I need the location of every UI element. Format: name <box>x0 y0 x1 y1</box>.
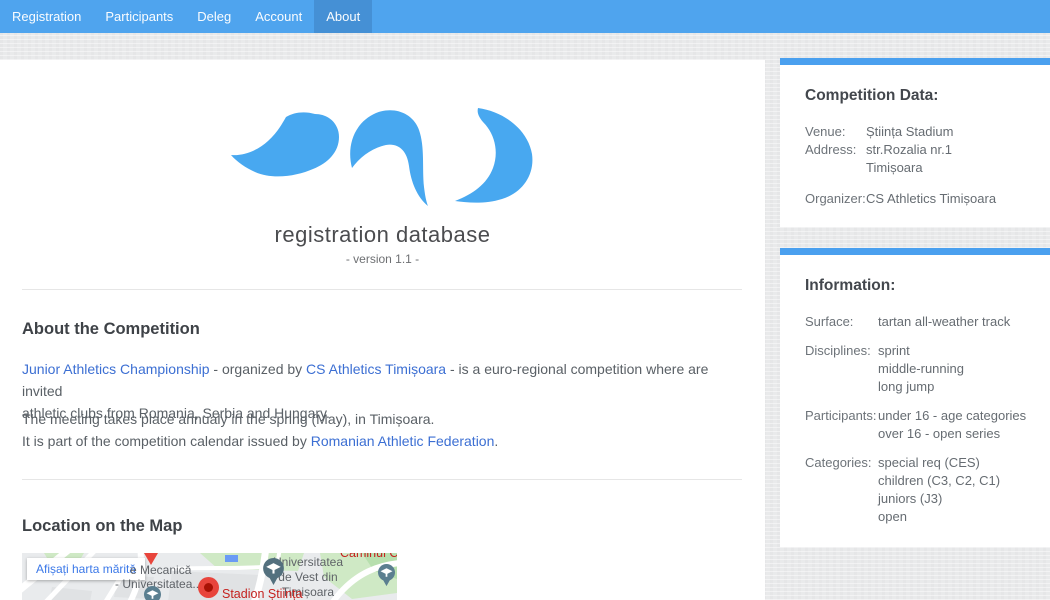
main-content-card: registration database - version 1.1 - Ab… <box>0 60 765 600</box>
university-pin-icon[interactable] <box>263 558 284 591</box>
competition-data-card: Competition Data: Venue: Știința Stadium… <box>780 65 1050 227</box>
map-label-mecanica: e Mecanică <box>130 563 191 577</box>
info-label: Venue: <box>805 123 866 141</box>
info-row: Address: str.Rozalia nr.1 Timișoara <box>805 141 1040 177</box>
google-map-embed[interactable]: Afișați harta mărită e Mecanică - Univer… <box>22 553 397 600</box>
info-values: Știința Stadium <box>866 123 953 141</box>
divider <box>22 289 742 290</box>
map-label-caminul: Căminul C <box>340 553 397 560</box>
nav-item[interactable]: About <box>314 0 372 33</box>
info-values: special req (CES) children (C3, C2, C1) … <box>878 454 1000 526</box>
info-label: Categories: <box>805 454 878 526</box>
text-segment: . <box>494 433 498 449</box>
info-label: Disciplines: <box>805 342 878 396</box>
map-poi-rect-icon <box>225 555 238 562</box>
text-segment: It is part of the competition calendar i… <box>22 433 311 449</box>
info-values: str.Rozalia nr.1 Timișoara <box>866 141 952 177</box>
nav-item[interactable]: Account <box>243 0 314 33</box>
text-link[interactable]: Romanian Athletic Federation <box>311 433 495 449</box>
text-link[interactable]: CS Athletics Timișoara <box>306 361 446 377</box>
three-swoosh-logo-icon <box>225 98 535 210</box>
text-segment: - organized by <box>210 361 307 377</box>
app-logo <box>225 98 535 210</box>
top-navbar: Registration Participants Deleg Account … <box>0 0 1050 33</box>
stadium-red-marker-icon[interactable] <box>198 577 219 598</box>
text-segment: The meeting takes place annualy in the s… <box>22 411 434 427</box>
info-values: CS Athletics Timișoara <box>866 190 996 208</box>
card-accent-strip <box>780 58 1050 65</box>
info-row: Venue: Știința Stadium <box>805 123 1040 141</box>
divider <box>22 479 742 480</box>
info-row: Disciplines: sprint middle-running long … <box>805 342 1040 396</box>
information-heading: Information: <box>805 277 1040 295</box>
info-values: sprint middle-running long jump <box>878 342 964 396</box>
text-link[interactable]: Junior Athletics Championship <box>22 361 210 377</box>
info-values: tartan all-weather track <box>878 313 1010 331</box>
info-label: Organizer: <box>805 190 866 208</box>
info-row: Categories: special req (CES) children (… <box>805 454 1040 526</box>
info-label: Surface: <box>805 313 878 331</box>
competition-data-heading: Competition Data: <box>805 87 1040 105</box>
nav-item[interactable]: Deleg <box>185 0 243 33</box>
app-version: - version 1.1 - <box>0 252 765 266</box>
map-heading: Location on the Map <box>22 517 182 536</box>
card-accent-strip <box>780 248 1050 255</box>
info-row: Surface: tartan all-weather track <box>805 313 1040 331</box>
about-heading: About the Competition <box>22 320 200 339</box>
app-title: registration database <box>0 222 765 248</box>
about-paragraph-2: The meeting takes place annualy in the s… <box>22 408 748 452</box>
info-row: Organizer: CS Athletics Timișoara <box>805 190 1040 208</box>
info-values: under 16 - age categories over 16 - open… <box>878 407 1026 443</box>
school-pin-icon[interactable] <box>378 564 395 592</box>
info-row: Participants: under 16 - age categories … <box>805 407 1040 443</box>
information-card: Information: Surface: tartan all-weather… <box>780 255 1050 547</box>
info-label: Participants: <box>805 407 878 443</box>
school-pin-icon[interactable] <box>144 586 161 600</box>
nav-item[interactable]: Registration <box>0 0 93 33</box>
nav-item[interactable]: Participants <box>93 0 185 33</box>
info-label: Address: <box>805 141 866 177</box>
